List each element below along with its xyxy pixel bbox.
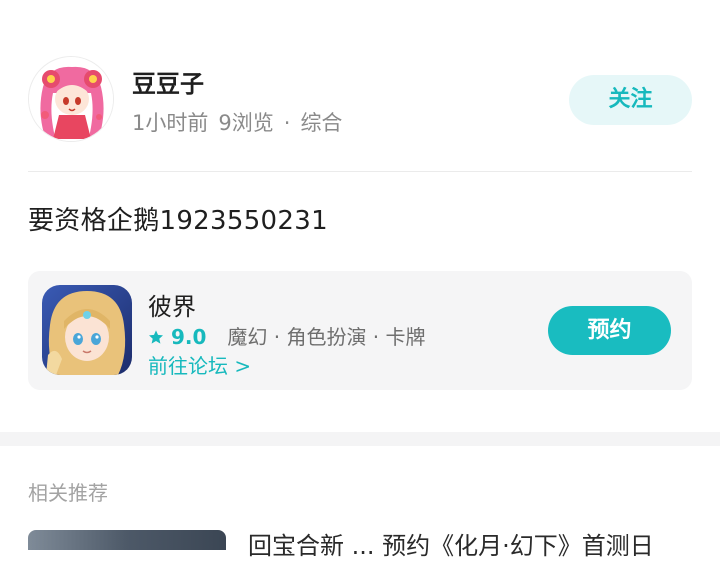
post-time: 1小时前 (132, 111, 209, 135)
related-item-title[interactable]: 回宝合新 ... 预约《化月·幻下》首测日 (248, 526, 654, 561)
tag-separator: · (267, 325, 287, 349)
section-divider (0, 432, 720, 446)
forum-link[interactable]: 前往论坛 > (148, 350, 251, 379)
game-name[interactable]: 彼界 (148, 287, 196, 322)
avatar[interactable] (28, 56, 114, 142)
username[interactable]: 豆豆子 (132, 64, 204, 99)
game-tag: 角色扮演 (286, 325, 367, 349)
reserve-button[interactable]: 预约 (548, 306, 671, 355)
follow-button[interactable]: 关注 (569, 75, 692, 125)
game-icon[interactable] (42, 285, 132, 375)
related-thumbnail[interactable] (28, 530, 226, 550)
post-category[interactable]: 综合 (300, 111, 342, 135)
tag-separator: · (366, 325, 386, 349)
related-title: 相关推荐 (28, 481, 108, 505)
star-icon (149, 330, 163, 344)
post-header: 豆豆子 1小时前 9浏览 · 综合 关注 (0, 0, 720, 172)
game-tag: 魔幻 (227, 325, 268, 349)
game-tag: 卡牌 (385, 325, 426, 349)
avatar-illustration (29, 57, 113, 141)
game-tags: 9.0 魔幻 · 角色扮演 · 卡牌 (148, 321, 426, 350)
post-views: 9浏览 (218, 111, 274, 135)
post-content: 要资格企鹅1923550231 (28, 206, 328, 236)
game-icon-art (42, 285, 132, 375)
post-meta: 1小时前 9浏览 · 综合 (132, 107, 352, 137)
game-card[interactable]: 彼界 9.0 魔幻 · 角色扮演 · 卡牌 前往论坛 > 预约 (28, 271, 692, 390)
game-rating: 9.0 (148, 325, 213, 349)
rating-value: 9.0 (170, 325, 207, 349)
divider (28, 171, 692, 172)
meta-separator: · (283, 111, 291, 135)
